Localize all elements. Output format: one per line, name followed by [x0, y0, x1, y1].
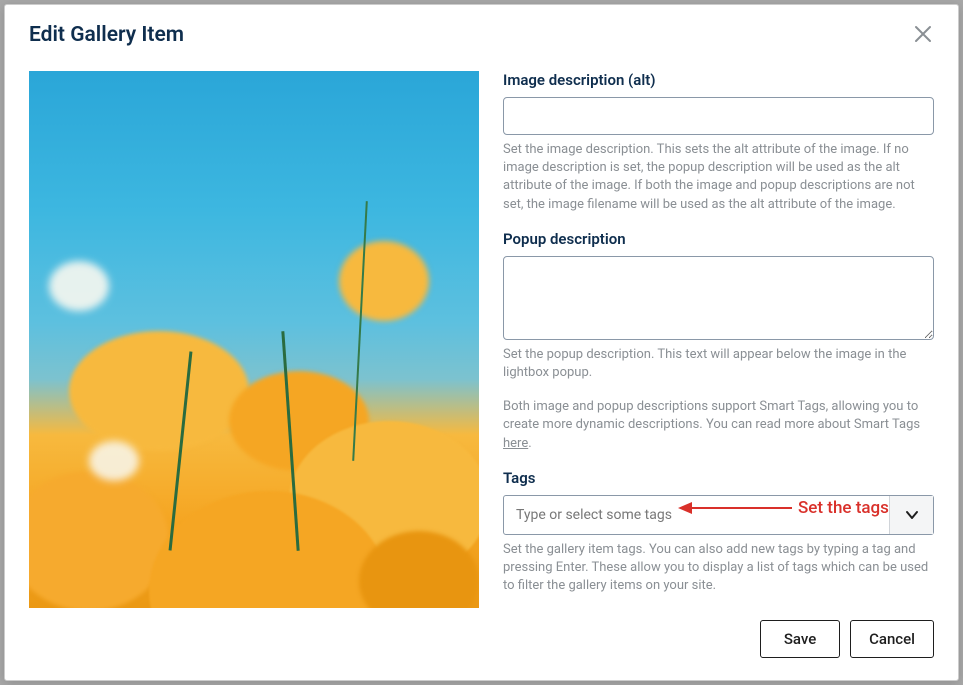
- smart-tags-note-before: Both image and popup descriptions suppor…: [503, 399, 920, 432]
- image-preview-column: [29, 71, 479, 608]
- smart-tags-note: Both image and popup descriptions suppor…: [503, 398, 934, 453]
- close-button[interactable]: [912, 23, 934, 45]
- edit-gallery-item-modal: Edit Gallery Item Image descri: [4, 4, 959, 681]
- form-column: Image description (alt) Set the image de…: [503, 71, 934, 598]
- popup-textarea[interactable]: [503, 256, 934, 340]
- modal-title: Edit Gallery Item: [29, 23, 184, 47]
- tags-control: [503, 495, 934, 535]
- close-icon: [914, 25, 932, 43]
- modal-header: Edit Gallery Item: [5, 5, 958, 47]
- alt-input[interactable]: [503, 97, 934, 135]
- tags-dropdown-toggle[interactable]: [889, 496, 933, 534]
- tags-input[interactable]: [504, 496, 889, 534]
- modal-footer: Save Cancel: [5, 608, 958, 680]
- gallery-image-preview: [29, 71, 479, 608]
- popup-label: Popup description: [503, 230, 934, 248]
- popup-help-text: Set the popup description. This text wil…: [503, 346, 934, 382]
- tags-help-text: Set the gallery item tags. You can also …: [503, 541, 934, 596]
- alt-help-text: Set the image description. This sets the…: [503, 141, 934, 214]
- cancel-button[interactable]: Cancel: [850, 620, 934, 658]
- smart-tags-link[interactable]: here: [503, 436, 528, 451]
- chevron-down-icon: [904, 507, 920, 523]
- smart-tags-note-after: .: [528, 436, 531, 451]
- save-button[interactable]: Save: [760, 620, 840, 658]
- modal-body: Image description (alt) Set the image de…: [5, 47, 958, 608]
- tags-label: Tags: [503, 469, 934, 487]
- alt-label: Image description (alt): [503, 71, 934, 89]
